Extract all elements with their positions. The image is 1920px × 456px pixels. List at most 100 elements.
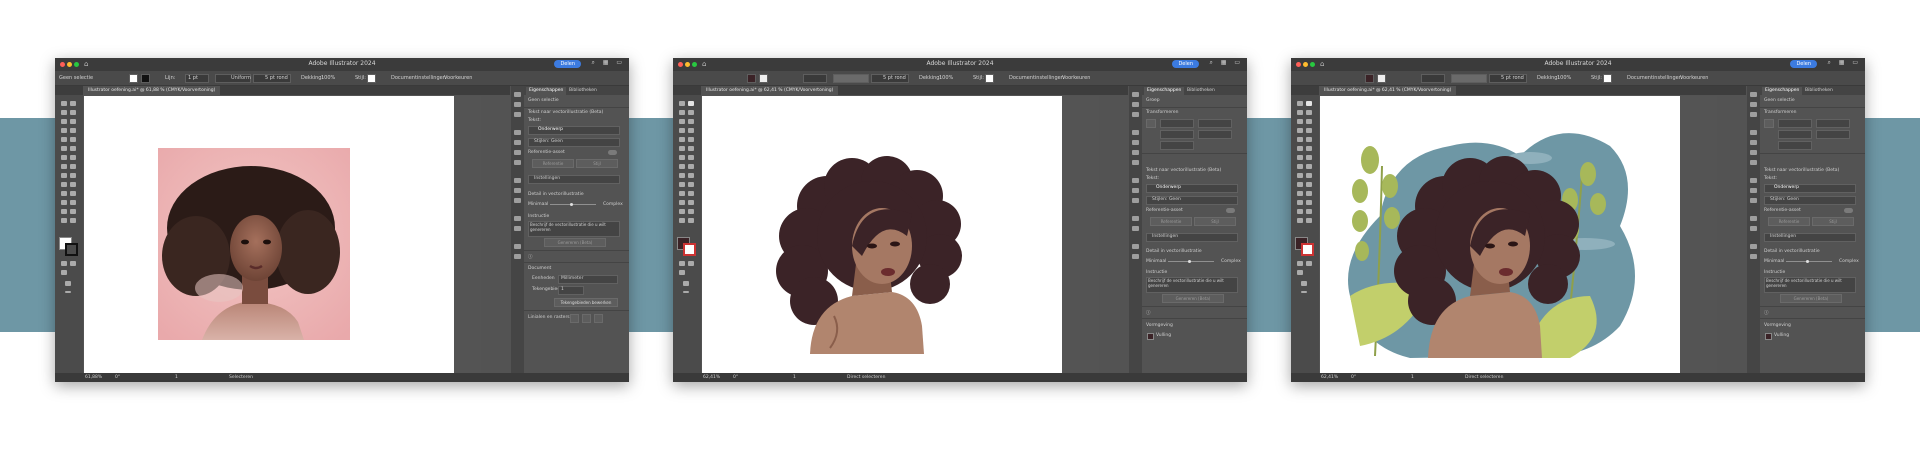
libraries-panel-icon[interactable] (1750, 112, 1757, 117)
scale-tool-icon[interactable] (61, 164, 67, 169)
properties-panel-icon[interactable] (514, 92, 521, 97)
share-button[interactable]: Delen (554, 60, 581, 68)
symbol-sprayer-tool-icon[interactable] (688, 200, 694, 205)
canvas-area[interactable] (702, 96, 1099, 373)
x-field[interactable] (1778, 119, 1812, 128)
guides-icon[interactable] (594, 314, 603, 323)
reference-button[interactable]: Referentie (1150, 217, 1192, 226)
free-transform-tool-icon[interactable] (61, 173, 67, 178)
shaper-tool-icon[interactable] (1297, 146, 1303, 151)
style-button[interactable]: Stijl (1812, 217, 1854, 226)
artboard-tool-icon[interactable] (70, 209, 76, 214)
layers-panel-icon[interactable] (1750, 102, 1757, 107)
artboard-number[interactable]: 1 (1411, 375, 1414, 380)
detail-slider-knob[interactable] (1806, 260, 1809, 263)
type-tool-icon[interactable] (1297, 128, 1303, 133)
opacity-value[interactable]: 100% (939, 75, 953, 81)
artboard-number[interactable]: 1 (175, 375, 178, 380)
screen-mode-icon[interactable] (65, 281, 71, 286)
reference-toggle[interactable] (1844, 208, 1853, 213)
y-field[interactable] (1778, 130, 1812, 139)
reference-toggle[interactable] (608, 150, 617, 155)
stroke-color-icon[interactable] (65, 243, 78, 256)
hand-tool-icon[interactable] (1297, 218, 1303, 223)
reference-point-icon[interactable] (1764, 119, 1774, 128)
artboard-number[interactable]: 1 (793, 375, 796, 380)
detail-slider-track[interactable] (1168, 261, 1214, 262)
eyedropper-tool-icon[interactable] (1306, 191, 1312, 196)
free-transform-tool-icon[interactable] (679, 173, 685, 178)
symbols-panel-icon[interactable] (1750, 160, 1757, 165)
artboard[interactable] (1320, 96, 1680, 373)
stroke-panel-icon[interactable] (514, 178, 521, 183)
paintbrush-tool-icon[interactable] (1306, 137, 1312, 142)
eyedropper-tool-icon[interactable] (688, 191, 694, 196)
shape-builder-tool-icon[interactable] (688, 173, 694, 178)
share-button[interactable]: Delen (1172, 60, 1199, 68)
info-icon[interactable]: ⓘ (528, 254, 533, 260)
eraser-tool-icon[interactable] (61, 155, 67, 160)
line-tool-icon[interactable] (688, 128, 694, 133)
generate-button[interactable]: Genereren (Beta) (1162, 294, 1224, 303)
shape-builder-tool-icon[interactable] (70, 173, 76, 178)
color-mode-icon[interactable] (679, 261, 685, 266)
style-button[interactable]: Stijl (1194, 217, 1236, 226)
tab-properties[interactable]: Eigenschappen (1762, 87, 1803, 95)
line-tool-icon[interactable] (1306, 128, 1312, 133)
lasso-tool-icon[interactable] (1306, 110, 1312, 115)
rotation-value[interactable]: 0° (733, 375, 738, 380)
x-field[interactable] (1160, 119, 1194, 128)
profile-dropdown[interactable] (1451, 74, 1487, 83)
selection-tool-icon[interactable] (61, 101, 67, 106)
color-mode-icon[interactable] (61, 261, 67, 266)
blend-tool-icon[interactable] (679, 200, 685, 205)
none-color-icon[interactable] (688, 261, 694, 266)
perspective-grid-tool-icon[interactable] (679, 182, 685, 187)
style-swatch[interactable] (367, 74, 376, 83)
tab-properties[interactable]: Eigenschappen (1144, 87, 1185, 95)
draw-mode-icon[interactable] (61, 270, 67, 275)
magic-wand-tool-icon[interactable] (1297, 110, 1303, 115)
symbols-panel-icon[interactable] (514, 160, 521, 165)
gradient-tool-icon[interactable] (1297, 191, 1303, 196)
reference-button[interactable]: Referentie (532, 159, 574, 168)
width-tool-icon[interactable] (688, 164, 694, 169)
swatches-panel-icon[interactable] (1132, 140, 1139, 145)
blend-tool-icon[interactable] (1297, 200, 1303, 205)
line-tool-icon[interactable] (70, 128, 76, 133)
gradient-panel-icon[interactable] (514, 188, 521, 193)
brushes-panel-icon[interactable] (1132, 150, 1139, 155)
eraser-tool-icon[interactable] (1297, 155, 1303, 160)
rotate-tool-icon[interactable] (70, 155, 76, 160)
eyedropper-tool-icon[interactable] (70, 191, 76, 196)
align-panel-icon[interactable] (1132, 244, 1139, 249)
pen-tool-icon[interactable] (61, 119, 67, 124)
color-mode-icon[interactable] (1297, 261, 1303, 266)
graphic-styles-panel-icon[interactable] (1750, 226, 1757, 231)
rotate-field[interactable] (1778, 141, 1812, 150)
brushes-panel-icon[interactable] (514, 150, 521, 155)
direct-selection-tool-icon[interactable] (1306, 101, 1312, 106)
y-field[interactable] (1160, 130, 1194, 139)
ruler-icon[interactable] (570, 314, 579, 323)
canvas-area[interactable] (1320, 96, 1717, 373)
graphic-styles-panel-icon[interactable] (1132, 226, 1139, 231)
tab-libraries[interactable]: Bibliotheken (566, 87, 600, 95)
artboard-tool-icon[interactable] (1306, 209, 1312, 214)
fill-swatch[interactable] (1147, 333, 1154, 340)
color-panel-icon[interactable] (1132, 130, 1139, 135)
pen-tool-icon[interactable] (1297, 119, 1303, 124)
grid-icon[interactable] (582, 314, 591, 323)
width-tool-icon[interactable] (70, 164, 76, 169)
profile-dropdown[interactable] (833, 74, 869, 83)
style-swatch[interactable] (985, 74, 994, 83)
reference-toggle[interactable] (1226, 208, 1235, 213)
color-panel-icon[interactable] (1750, 130, 1757, 135)
document-tab[interactable]: Illustrator oefening.ai* @ 61,88 % (CMYK… (83, 86, 221, 95)
generate-button[interactable]: Genereren (Beta) (1780, 294, 1842, 303)
lasso-tool-icon[interactable] (70, 110, 76, 115)
curvature-tool-icon[interactable] (688, 119, 694, 124)
screen-mode-icon[interactable] (683, 281, 689, 286)
direct-selection-tool-icon[interactable] (688, 101, 694, 106)
window-tools-icons[interactable]: ⌕ ▦ ▭ (591, 59, 625, 67)
